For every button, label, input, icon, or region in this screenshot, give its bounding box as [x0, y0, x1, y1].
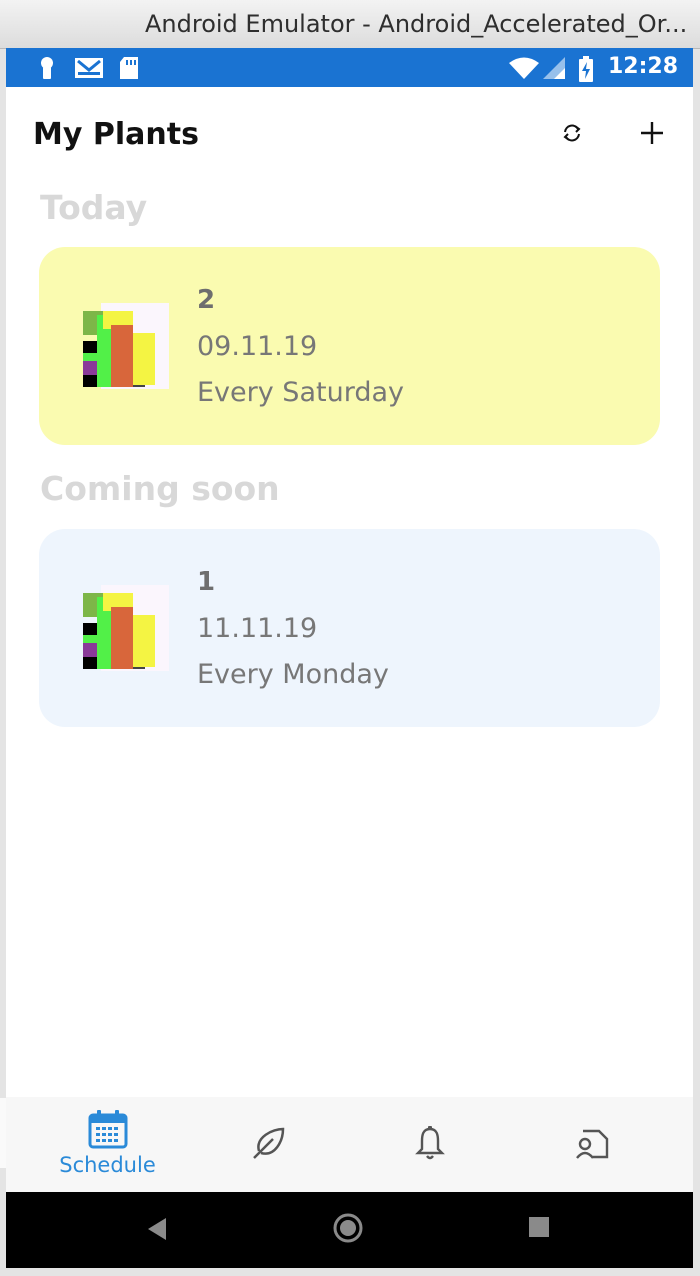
watering-date: 09.11.19	[197, 331, 318, 362]
plant-name: 2	[197, 285, 216, 315]
tab-label: Schedule	[59, 1153, 156, 1177]
battery-charging-icon	[578, 56, 594, 86]
back-icon[interactable]	[146, 1216, 168, 1246]
watering-frequency: Every Saturday	[197, 377, 404, 408]
plant-thumbnail	[83, 303, 169, 389]
wifi-icon	[508, 56, 540, 84]
phone-screen: 12:28 My Plants Today 2 09.11.19 Every S…	[6, 48, 693, 1268]
navigation-bar	[6, 1192, 693, 1268]
bell-icon	[414, 1125, 445, 1165]
window-title: Android Emulator - Android_Accelerated_O…	[145, 10, 688, 38]
tab-bar: Schedule	[6, 1097, 693, 1192]
tab-schedule[interactable]: Schedule	[22, 1097, 193, 1192]
refresh-button[interactable]	[552, 113, 592, 153]
section-header-today: Today	[40, 188, 148, 227]
tab-plants[interactable]	[183, 1097, 354, 1192]
recents-icon[interactable]	[528, 1216, 550, 1242]
person-pin-icon	[36, 56, 58, 84]
status-bar: 12:28	[6, 48, 693, 87]
app-bar: My Plants	[6, 87, 693, 177]
add-plant-button[interactable]	[632, 113, 672, 153]
status-time: 12:28	[608, 54, 679, 79]
add-icon	[641, 122, 663, 144]
tab-profile[interactable]	[506, 1097, 677, 1192]
tab-notifications[interactable]	[344, 1097, 515, 1192]
sd-card-icon	[118, 56, 140, 84]
emulator-title-bar: Android Emulator - Android_Accelerated_O…	[0, 0, 700, 49]
plant-card[interactable]: 1 11.11.19 Every Monday	[39, 529, 660, 727]
home-icon[interactable]	[332, 1212, 364, 1248]
calendar-icon	[88, 1109, 128, 1153]
refresh-icon	[563, 124, 581, 142]
watering-frequency: Every Monday	[197, 659, 389, 690]
watering-date: 11.11.19	[197, 613, 318, 644]
plant-name: 1	[197, 567, 216, 597]
signal-icon	[542, 56, 566, 84]
section-header-coming-soon: Coming soon	[40, 469, 280, 508]
plant-card[interactable]: 2 09.11.19 Every Saturday	[39, 247, 660, 445]
mail-icon	[74, 56, 104, 84]
plant-thumbnail	[83, 585, 169, 671]
page-title: My Plants	[33, 117, 199, 152]
leaf-icon	[251, 1125, 287, 1165]
profile-icon	[575, 1127, 609, 1165]
